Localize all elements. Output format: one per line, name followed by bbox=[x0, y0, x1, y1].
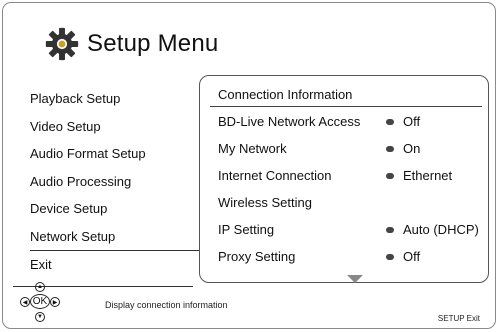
setting-value: Off bbox=[386, 249, 420, 264]
setting-label: My Network bbox=[218, 141, 287, 156]
setting-row-my-network[interactable]: My Network On bbox=[218, 141, 480, 165]
panel-divider bbox=[210, 106, 482, 107]
setting-row-wireless-setting[interactable]: Wireless Setting bbox=[218, 195, 480, 219]
option-bullet-icon bbox=[386, 118, 394, 125]
setting-value: Auto (DHCP) bbox=[386, 222, 479, 237]
setting-label: BD-Live Network Access bbox=[218, 114, 361, 129]
arrow-right-icon: ▶ bbox=[50, 297, 60, 307]
option-bullet-icon bbox=[386, 253, 394, 260]
setup-category-menu: Playback Setup Video Setup Audio Format … bbox=[30, 85, 200, 279]
setting-value-text: On bbox=[403, 141, 421, 156]
help-hint-text: Display connection information bbox=[105, 300, 228, 310]
setting-value-text: Auto (DHCP) bbox=[403, 222, 479, 237]
setting-value-text: Off bbox=[403, 114, 421, 129]
option-bullet-icon bbox=[386, 226, 394, 233]
setting-label: IP Setting bbox=[218, 222, 275, 237]
setup-header: Setup Menu bbox=[45, 27, 218, 61]
gear-icon bbox=[45, 27, 79, 61]
arrow-up-icon: ▲ bbox=[35, 282, 45, 292]
setting-value-text: Off bbox=[403, 249, 421, 264]
menu-item-playback-setup[interactable]: Playback Setup bbox=[30, 85, 200, 113]
setting-value-text: Ethernet bbox=[403, 168, 453, 183]
setting-value: On bbox=[386, 141, 420, 156]
menu-item-device-setup[interactable]: Device Setup bbox=[30, 195, 200, 223]
setting-row-internet-connection[interactable]: Internet Connection Ethernet bbox=[218, 168, 480, 192]
setup-exit-hint: SETUP Exit bbox=[437, 314, 480, 323]
ok-button-icon: OK bbox=[30, 294, 50, 309]
menu-item-audio-format-setup[interactable]: Audio Format Setup bbox=[30, 140, 200, 168]
setting-row-bd-live[interactable]: BD-Live Network Access Off bbox=[218, 114, 480, 138]
setting-label: Wireless Setting bbox=[218, 195, 312, 210]
ok-label: OK bbox=[32, 296, 48, 307]
option-bullet-icon bbox=[386, 172, 394, 179]
option-bullet-icon bbox=[386, 145, 394, 152]
menu-item-network-setup[interactable]: Network Setup bbox=[30, 223, 200, 251]
arrow-down-icon: ▼ bbox=[35, 312, 45, 322]
menu-item-audio-processing[interactable]: Audio Processing bbox=[30, 168, 200, 196]
arrow-left-icon: ◀ bbox=[20, 297, 30, 307]
menu-item-exit[interactable]: Exit bbox=[30, 251, 200, 279]
setting-row-proxy-setting[interactable]: Proxy Setting Off bbox=[218, 249, 480, 273]
page-title: Setup Menu bbox=[87, 30, 219, 57]
setting-value: Off bbox=[386, 114, 420, 129]
setting-value: Ethernet bbox=[386, 168, 452, 183]
setup-screen: Setup Menu Playback Setup Video Setup Au… bbox=[2, 2, 496, 329]
setting-label: Internet Connection bbox=[218, 168, 332, 183]
scroll-down-icon[interactable] bbox=[347, 275, 363, 283]
network-settings-panel: Connection Information BD-Live Network A… bbox=[199, 75, 489, 283]
setting-label: Proxy Setting bbox=[218, 249, 296, 264]
setting-row-ip-setting[interactable]: IP Setting Auto (DHCP) bbox=[218, 222, 480, 246]
menu-item-video-setup[interactable]: Video Setup bbox=[30, 113, 200, 141]
panel-item-connection-information[interactable]: Connection Information bbox=[218, 87, 352, 102]
remote-dpad-hint: ▲ ◀ OK ▶ ▼ bbox=[19, 278, 63, 328]
